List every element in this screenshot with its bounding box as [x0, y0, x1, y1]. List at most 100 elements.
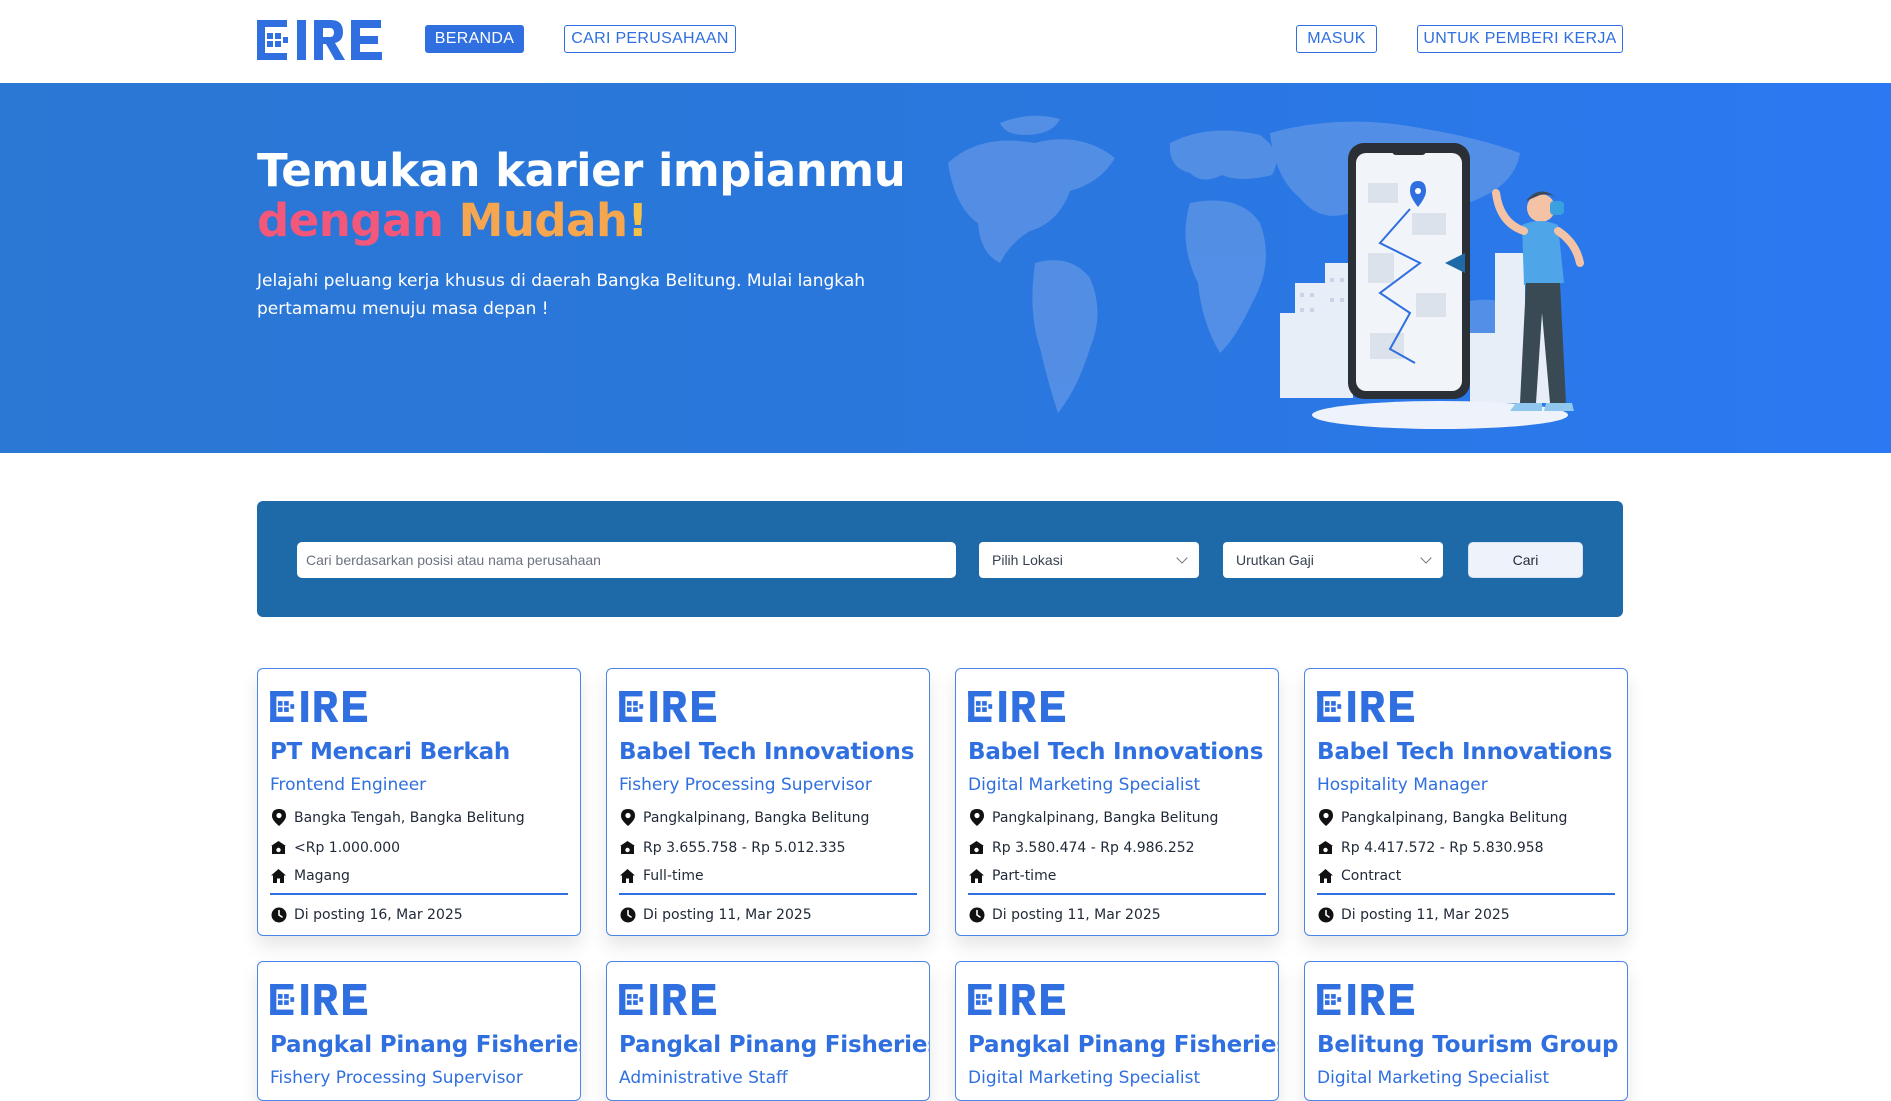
clock-icon: [968, 906, 985, 923]
salary-sort-label: Urutkan Gaji: [1236, 552, 1314, 568]
job-salary: <Rp 1.000.000: [294, 839, 401, 856]
job-location: Bangka Tengah, Bangka Belitung: [294, 809, 525, 826]
job-type-row: Contract: [1317, 867, 1401, 884]
card-divider: [968, 893, 1266, 895]
job-role-title: Frontend Engineer: [270, 775, 427, 795]
clock-icon: [1317, 906, 1334, 923]
company-logo-icon: [968, 691, 1066, 722]
company-logo: [619, 691, 717, 722]
chevron-down-icon: [1420, 552, 1432, 564]
job-type: Full-time: [643, 867, 704, 884]
job-type-row: Part-time: [968, 867, 1056, 884]
search-input[interactable]: [297, 542, 956, 578]
salary-icon: [270, 839, 287, 856]
company-logo-icon: [270, 984, 368, 1015]
location-pin-icon: [968, 809, 985, 826]
job-salary: Rp 4.417.572 - Rp 5.830.958: [1341, 839, 1544, 856]
job-type-row: Magang: [270, 867, 350, 884]
job-posted-row: Di posting 11, Mar 2025: [968, 906, 1161, 923]
job-card[interactable]: Babel Tech Innovations Hospitality Manag…: [1304, 668, 1628, 936]
job-type-row: Full-time: [619, 867, 704, 884]
job-card[interactable]: Babel Tech Innovations Fishery Processin…: [606, 668, 930, 936]
location-select[interactable]: Pilih Lokasi: [979, 542, 1199, 578]
home-icon: [968, 867, 985, 884]
job-company-name: PT Mencari Berkah: [270, 739, 511, 765]
home-icon: [270, 867, 287, 884]
job-company-name: Babel Tech Innovations: [968, 739, 1264, 765]
site-logo[interactable]: [257, 20, 383, 60]
job-card[interactable]: Pangkal Pinang Fisheries Fishery Process…: [257, 961, 581, 1101]
home-icon: [1317, 867, 1334, 884]
eire-logo-icon: [257, 20, 382, 60]
location-pin-icon: [619, 809, 636, 826]
company-logo-icon: [968, 984, 1066, 1015]
job-company-name: Babel Tech Innovations: [1317, 739, 1613, 765]
hero-title: Temukan karier impianmu dengan Mudah!: [257, 144, 906, 246]
job-role-title: Hospitality Manager: [1317, 775, 1488, 795]
job-posted-date: Di posting 16, Mar 2025: [294, 906, 463, 923]
hero-title-line1: Temukan karier impianmu: [257, 144, 906, 197]
salary-icon: [968, 839, 985, 856]
job-salary: Rp 3.655.758 - Rp 5.012.335: [643, 839, 846, 856]
location-select-label: Pilih Lokasi: [992, 552, 1063, 568]
company-logo: [968, 691, 1066, 722]
job-card[interactable]: Belitung Tourism Group Digital Marketing…: [1304, 961, 1628, 1101]
company-logo-icon: [619, 691, 717, 722]
hero-title-word1: dengan: [257, 194, 444, 247]
job-salary-row: Rp 3.580.474 - Rp 4.986.252: [968, 839, 1195, 856]
job-location-row: Pangkalpinang, Bangka Belitung: [619, 809, 869, 826]
job-posted-row: Di posting 11, Mar 2025: [1317, 906, 1510, 923]
job-location-row: Bangka Tengah, Bangka Belitung: [270, 809, 525, 826]
chevron-down-icon: [1176, 552, 1188, 564]
job-type: Contract: [1341, 867, 1402, 884]
job-role-title: Digital Marketing Specialist: [968, 1068, 1201, 1088]
job-posted-date: Di posting 11, Mar 2025: [992, 906, 1161, 923]
job-card[interactable]: PT Mencari Berkah Frontend Engineer Bang…: [257, 668, 581, 936]
company-logo-icon: [1317, 984, 1415, 1015]
job-posted-row: Di posting 16, Mar 2025: [270, 906, 463, 923]
salary-icon: [619, 839, 636, 856]
search-button[interactable]: Cari: [1468, 542, 1583, 578]
clock-icon: [619, 906, 636, 923]
job-card[interactable]: Babel Tech Innovations Digital Marketing…: [955, 668, 1279, 936]
company-logo-icon: [270, 691, 368, 722]
nav-login-button[interactable]: MASUK: [1296, 25, 1377, 53]
hero-title-line2: dengan Mudah!: [257, 196, 905, 246]
company-logo: [968, 984, 1066, 1015]
nav-search-company-button[interactable]: CARI PERUSAHAAN: [564, 25, 736, 53]
home-icon: [619, 867, 636, 884]
job-role-title: Fishery Processing Supervisor: [619, 775, 872, 795]
job-location: Pangkalpinang, Bangka Belitung: [643, 809, 870, 826]
job-posted-date: Di posting 11, Mar 2025: [1341, 906, 1510, 923]
card-divider: [270, 893, 568, 895]
salary-sort-select[interactable]: Urutkan Gaji: [1223, 542, 1443, 578]
job-location: Pangkalpinang, Bangka Belitung: [1341, 809, 1568, 826]
company-logo: [270, 691, 368, 722]
job-location-row: Pangkalpinang, Bangka Belitung: [1317, 809, 1567, 826]
job-role-title: Digital Marketing Specialist: [968, 775, 1201, 795]
job-card[interactable]: Pangkal Pinang Fisheries Digital Marketi…: [955, 961, 1279, 1101]
job-location-row: Pangkalpinang, Bangka Belitung: [968, 809, 1218, 826]
company-logo: [619, 984, 717, 1015]
company-logo-icon: [619, 984, 717, 1015]
job-location: Pangkalpinang, Bangka Belitung: [992, 809, 1219, 826]
job-role-title: Fishery Processing Supervisor: [270, 1068, 523, 1088]
job-salary-row: <Rp 1.000.000: [270, 839, 400, 856]
hero-title-word2: Mudah: [458, 194, 628, 247]
hero-title-word3: !: [627, 194, 649, 247]
nav-home-button[interactable]: BERANDA: [425, 25, 524, 53]
job-company-name: Belitung Tourism Group: [1317, 1032, 1619, 1058]
nav-employer-button[interactable]: UNTUK PEMBERI KERJA: [1417, 25, 1623, 53]
card-divider: [1317, 893, 1615, 895]
card-divider: [619, 893, 917, 895]
location-pin-icon: [270, 809, 287, 826]
job-role-title: Digital Marketing Specialist: [1317, 1068, 1550, 1088]
job-search-panel: Pilih Lokasi Urutkan Gaji Cari: [257, 501, 1623, 617]
company-logo: [1317, 984, 1415, 1015]
job-company-name: Pangkal Pinang Fisheries: [968, 1032, 1279, 1058]
hero-illustration-icon: [948, 115, 1584, 429]
hero-banner: Temukan karier impianmu dengan Mudah! Je…: [0, 83, 1891, 453]
location-pin-icon: [1317, 809, 1334, 826]
job-card[interactable]: Pangkal Pinang Fisheries Administrative …: [606, 961, 930, 1101]
salary-icon: [1317, 839, 1334, 856]
